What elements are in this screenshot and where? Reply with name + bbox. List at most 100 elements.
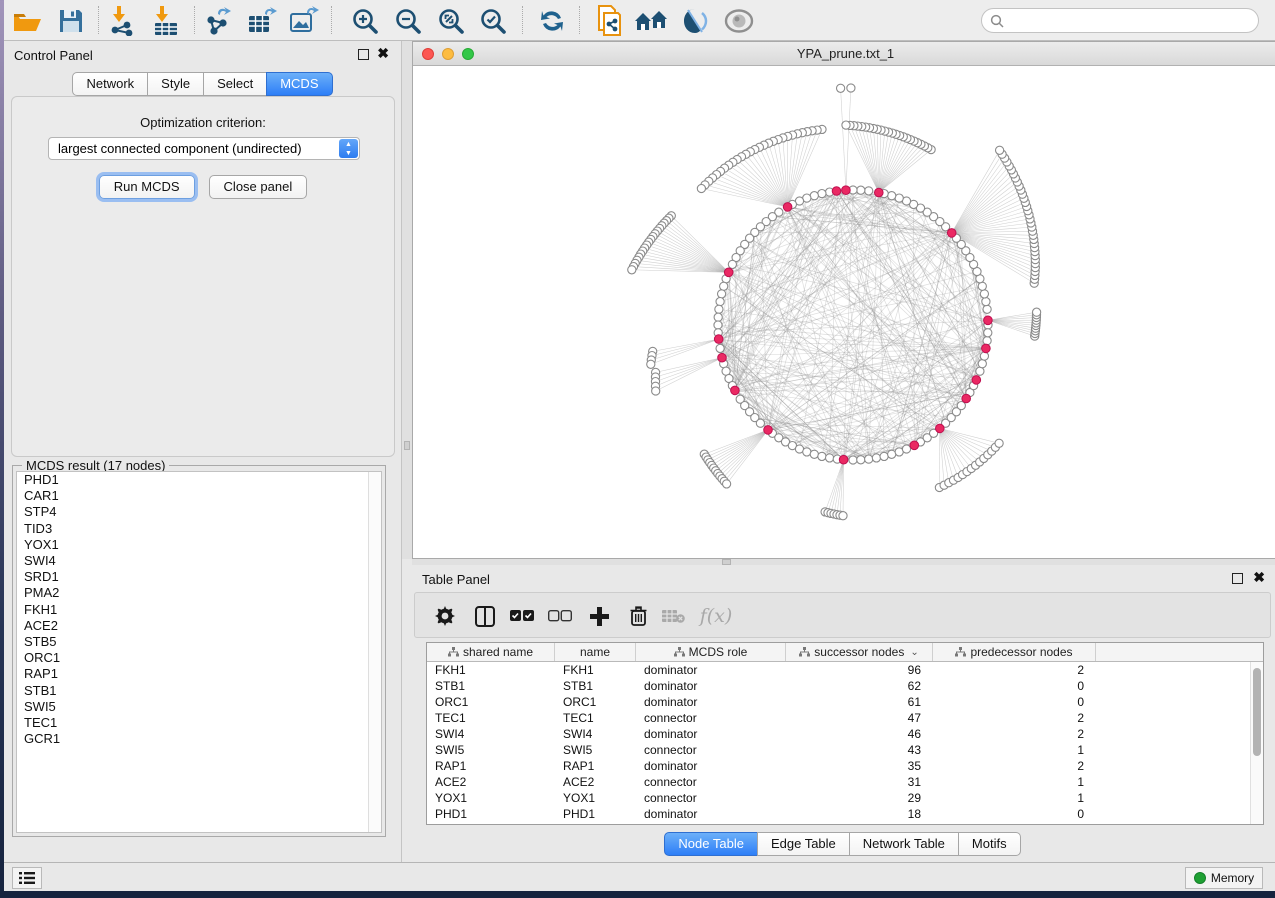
run-mcds-button[interactable]: Run MCDS xyxy=(99,175,195,199)
close-window-icon[interactable] xyxy=(422,48,434,60)
result-list-item[interactable]: SWI5 xyxy=(17,699,381,715)
table-row[interactable]: RAP1RAP1dominator352 xyxy=(427,758,1263,774)
search-field[interactable] xyxy=(981,8,1259,33)
result-list-item[interactable]: GCR1 xyxy=(17,731,381,747)
delete-column-icon[interactable] xyxy=(626,604,650,628)
table-row[interactable]: FKH1FKH1dominator962 xyxy=(427,662,1263,678)
toolbar-separator xyxy=(194,6,195,34)
network-graph[interactable] xyxy=(413,66,1275,558)
node-table[interactable]: shared namenameMCDS rolesuccessor nodes⌄… xyxy=(426,642,1264,825)
float-panel-icon[interactable] xyxy=(358,49,369,60)
import-network-icon[interactable] xyxy=(106,4,140,38)
new-network-from-selection-icon[interactable] xyxy=(592,4,626,38)
column-header-successor-nodes[interactable]: successor nodes⌄ xyxy=(786,643,933,661)
tab-motifs[interactable]: Motifs xyxy=(958,832,1021,856)
table-row[interactable]: ORC1ORC1dominator610 xyxy=(427,694,1263,710)
zoom-fit-icon[interactable] xyxy=(434,4,468,38)
tab-node-table[interactable]: Node Table xyxy=(664,832,758,856)
houses-icon[interactable] xyxy=(634,4,668,38)
column-header-name[interactable]: name xyxy=(555,643,636,661)
table-row[interactable]: ACE2ACE2connector311 xyxy=(427,774,1263,790)
network-window-titlebar[interactable]: YPA_prune.txt_1 xyxy=(413,42,1275,66)
tab-select[interactable]: Select xyxy=(203,72,267,96)
result-list-item[interactable]: PHD1 xyxy=(17,472,381,488)
tab-network[interactable]: Network xyxy=(72,72,148,96)
close-panel-icon[interactable]: ✖ xyxy=(1253,570,1265,585)
result-list-item[interactable]: SRD1 xyxy=(17,569,381,585)
result-list-item[interactable]: SWI4 xyxy=(17,553,381,569)
result-list-item[interactable]: STB1 xyxy=(17,683,381,699)
result-list-item[interactable]: STP4 xyxy=(17,504,381,520)
splitter-grip[interactable] xyxy=(404,441,410,450)
table-settings-gear-icon[interactable] xyxy=(433,604,457,628)
main-toolbar xyxy=(4,0,1275,41)
show-columns-icon[interactable] xyxy=(473,604,497,628)
select-all-rows-icon[interactable] xyxy=(510,604,534,628)
open-file-icon[interactable] xyxy=(10,4,44,38)
criterion-dropdown[interactable]: largest connected component (undirected)… xyxy=(48,137,360,160)
toolbar-separator xyxy=(98,6,99,34)
toolbar-separator xyxy=(331,6,332,34)
tab-edge-table[interactable]: Edge Table xyxy=(757,832,850,856)
zoom-selected-icon[interactable] xyxy=(476,4,510,38)
tab-style[interactable]: Style xyxy=(147,72,204,96)
result-list-item[interactable]: RAP1 xyxy=(17,666,381,682)
table-scroll-thumb[interactable] xyxy=(1253,668,1261,756)
result-list-item[interactable]: STB5 xyxy=(17,634,381,650)
maximize-window-icon[interactable] xyxy=(462,48,474,60)
function-builder-icon[interactable]: f(x) xyxy=(699,604,733,628)
memory-button[interactable]: Memory xyxy=(1185,867,1263,889)
export-network-icon[interactable] xyxy=(202,4,236,38)
result-list-item[interactable]: TEC1 xyxy=(17,715,381,731)
result-list-item[interactable]: PMA2 xyxy=(17,585,381,601)
column-header-predecessor-nodes[interactable]: predecessor nodes xyxy=(933,643,1096,661)
result-list-item[interactable]: ORC1 xyxy=(17,650,381,666)
hide-graphics-details-icon[interactable] xyxy=(678,4,712,38)
mcds-result-list[interactable]: PHD1CAR1STP4TID3YOX1SWI4SRD1PMA2FKH1ACE2… xyxy=(16,471,382,833)
table-row[interactable]: TEC1TEC1connector472 xyxy=(427,710,1263,726)
add-column-icon[interactable] xyxy=(587,604,611,628)
result-list-item[interactable]: FKH1 xyxy=(17,602,381,618)
table-row[interactable]: STB1STB1dominator620 xyxy=(427,678,1263,694)
table-cell: 2 xyxy=(933,726,1096,742)
table-tab-bar: Node TableEdge TableNetwork TableMotifs xyxy=(664,832,1020,856)
task-history-button[interactable] xyxy=(12,867,42,889)
close-panel-icon[interactable]: ✖ xyxy=(377,46,389,61)
table-row[interactable]: SWI4SWI4dominator462 xyxy=(427,726,1263,742)
shared-column-icon xyxy=(799,647,810,657)
result-list-item[interactable]: CAR1 xyxy=(17,488,381,504)
save-session-icon[interactable] xyxy=(54,4,88,38)
zoom-out-icon[interactable] xyxy=(391,4,425,38)
table-row[interactable]: SWI5SWI5connector431 xyxy=(427,742,1263,758)
table-cell: RAP1 xyxy=(555,758,636,774)
column-header-shared-name[interactable]: shared name xyxy=(427,643,555,661)
table-row[interactable]: PHD1PHD1dominator180 xyxy=(427,806,1263,822)
birds-eye-view-icon[interactable] xyxy=(722,4,756,38)
delete-table-icon[interactable] xyxy=(661,604,685,628)
tab-network-table[interactable]: Network Table xyxy=(849,832,959,856)
result-list-item[interactable]: ACE2 xyxy=(17,618,381,634)
close-panel-button[interactable]: Close panel xyxy=(209,175,308,199)
result-list-item[interactable]: TID3 xyxy=(17,521,381,537)
vertical-splitter[interactable] xyxy=(402,41,412,559)
export-image-icon[interactable] xyxy=(287,4,321,38)
network-canvas[interactable] xyxy=(413,66,1275,558)
apply-layout-icon[interactable] xyxy=(535,4,569,38)
table-scrollbar[interactable] xyxy=(1250,662,1263,824)
deselect-all-rows-icon[interactable] xyxy=(548,604,572,628)
tab-mcds[interactable]: MCDS xyxy=(266,72,332,96)
minimize-window-icon[interactable] xyxy=(442,48,454,60)
criterion-value: largest connected component (undirected) xyxy=(58,141,302,156)
import-table-icon[interactable] xyxy=(149,4,183,38)
result-list-scrollbar[interactable] xyxy=(368,472,381,832)
table-cell: 18 xyxy=(786,806,933,822)
float-panel-icon[interactable] xyxy=(1232,573,1243,584)
result-list-item[interactable]: YOX1 xyxy=(17,537,381,553)
search-input[interactable] xyxy=(1008,13,1238,28)
table-row[interactable]: YOX1YOX1connector291 xyxy=(427,790,1263,806)
export-table-icon[interactable] xyxy=(245,4,279,38)
zoom-in-icon[interactable] xyxy=(348,4,382,38)
column-header-MCDS-role[interactable]: MCDS role xyxy=(636,643,786,661)
table-panel: Table Panel ✖ xyxy=(406,565,1275,862)
table-cell: 1 xyxy=(933,774,1096,790)
